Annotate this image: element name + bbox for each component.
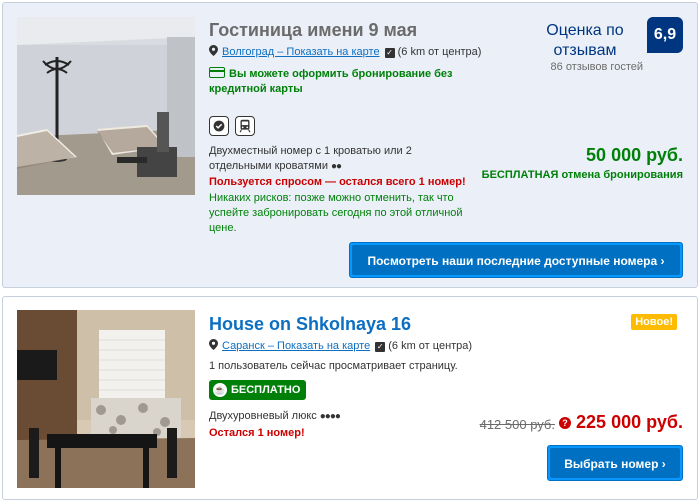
location-line: Саранск – Показать на карте ✓ (6 km от це…: [209, 339, 472, 352]
train-icon: [235, 116, 256, 136]
no-credit-card-text: Вы можете оформить бронирование без кред…: [209, 68, 453, 95]
no-risk-message: Никаких рисков: позже можно отменить, та…: [209, 192, 463, 234]
breakfast-icon: ☕: [213, 383, 227, 397]
hotel-card-2: House on Shkolnaya 16 Новое! Саранск – П…: [2, 296, 698, 500]
hotel-name[interactable]: House on Shkolnaya 16: [209, 314, 411, 335]
free-breakfast-badge: ☕ БЕСПЛАТНО: [209, 380, 307, 400]
see-available-rooms-label: Посмотреть наши последние доступные номе…: [352, 245, 680, 275]
amenity-icons: [209, 116, 257, 136]
hotel-photo[interactable]: [17, 17, 195, 195]
hotel-card-1: Гостиница имени 9 мая Волгоград – Показа…: [2, 2, 698, 288]
viewing-now: 1 пользователь сейчас просматривает стра…: [209, 360, 458, 372]
verified-icon: [209, 116, 229, 136]
select-room-label: Выбрать номер ›: [550, 448, 680, 478]
room-type: Двухуровневый люкс ●●●●: [209, 409, 341, 424]
credit-card-icon: [209, 67, 225, 78]
distance-check-icon: ✓: [384, 48, 395, 58]
see-available-rooms-button[interactable]: Посмотреть наши последние доступные номе…: [349, 242, 683, 278]
distance-text: (6 km от центра): [397, 46, 482, 58]
hotel-name[interactable]: Гостиница имени 9 мая: [209, 20, 417, 41]
hotel-photo[interactable]: [17, 310, 195, 488]
old-price: 412 500 руб.: [479, 417, 555, 432]
score-badge: 6,9: [647, 17, 683, 53]
score-label: Оценка по отзывам: [546, 22, 624, 59]
distance-check-icon: ✓: [375, 342, 386, 352]
select-room-button[interactable]: Выбрать номер ›: [547, 445, 683, 481]
location-line: Волгоград – Показать на карте ✓ (6 km от …: [209, 45, 481, 58]
price: 225 000 руб.: [576, 412, 683, 432]
show-on-map-link[interactable]: Волгоград – Показать на карте: [222, 46, 380, 58]
scarcity-message: Остался 1 номер!: [209, 427, 305, 439]
price: 50 000 руб.: [586, 145, 683, 165]
room-photo-image: [17, 310, 195, 488]
distance-text: (6 km от центра): [388, 340, 473, 352]
show-on-map-link[interactable]: Саранск – Показать на карте: [222, 340, 370, 352]
four-guests-icon: ●●●●: [319, 411, 341, 422]
no-credit-card-note: Вы можете оформить бронирование без кред…: [209, 67, 469, 97]
two-guests-icon: ●●: [330, 161, 342, 172]
free-badge-label: БЕСПЛАТНО: [231, 384, 301, 396]
room-type: Двухместный номер с 1 кроватью или 2 отд…: [209, 144, 474, 174]
price-info-icon[interactable]: ?: [559, 417, 571, 429]
room-photo-image: [17, 17, 195, 195]
scarcity-message: Пользуется спросом — остался всего 1 ном…: [209, 176, 466, 188]
free-cancellation: БЕСПЛАТНАЯ отмена бронирования: [481, 169, 683, 181]
location-pin-icon: [209, 339, 218, 350]
room-type-text: Двухуровневый люкс: [209, 410, 317, 422]
reviews-count[interactable]: 86 отзывов гостей: [551, 61, 643, 73]
room-type-text: Двухместный номер с 1 кроватью или 2 отд…: [209, 145, 412, 172]
new-badge: Новое!: [631, 314, 677, 330]
location-pin-icon: [209, 45, 218, 56]
